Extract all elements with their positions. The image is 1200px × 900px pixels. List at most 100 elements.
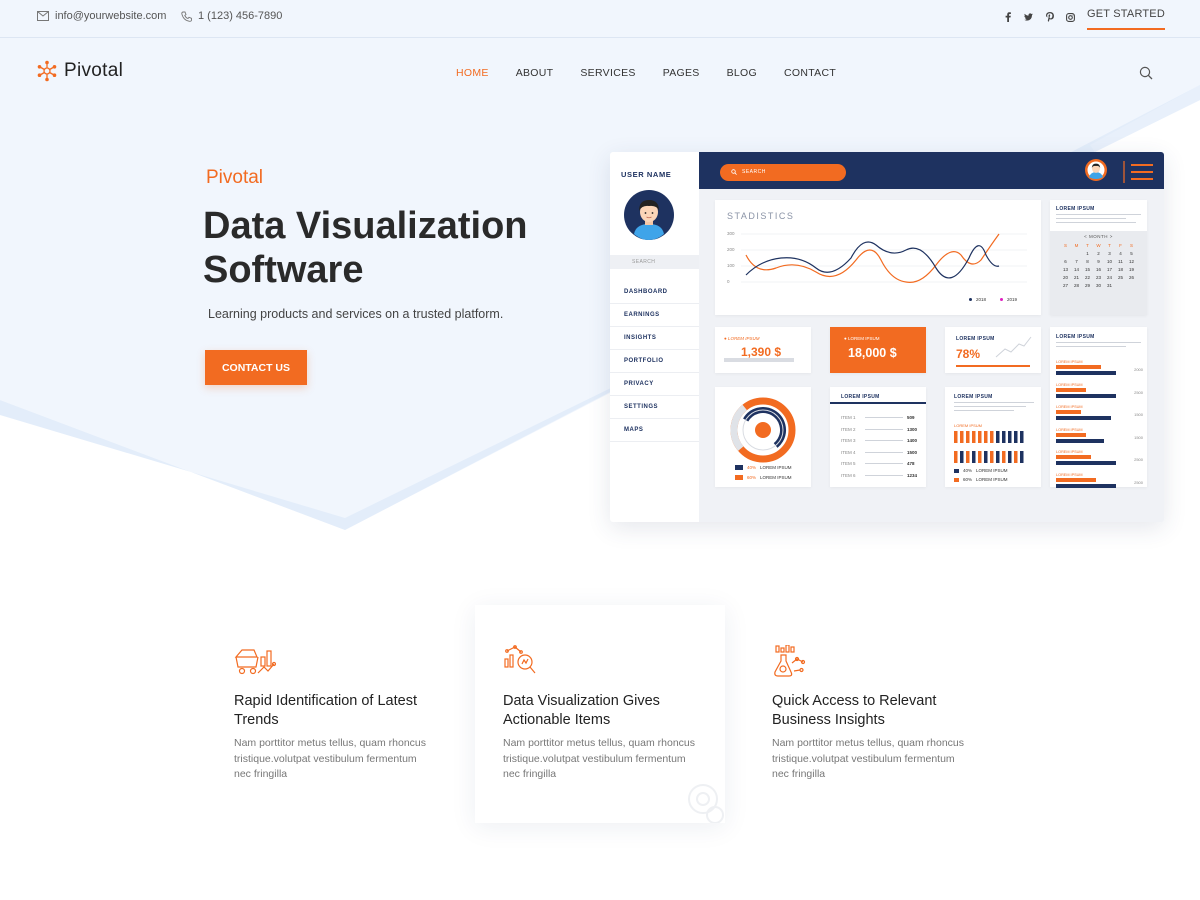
nav-services[interactable]: SERVICES bbox=[580, 67, 635, 79]
calendar-day[interactable]: 4 bbox=[1115, 251, 1126, 256]
calendar-weekday: F bbox=[1119, 243, 1122, 248]
calendar-day[interactable]: 12 bbox=[1126, 259, 1137, 264]
logo[interactable]: Pivotal bbox=[36, 60, 123, 82]
menu-dashboard[interactable]: DASHBOARD bbox=[610, 281, 699, 304]
menu-settings[interactable]: SETTINGS bbox=[610, 396, 699, 419]
nav-contact[interactable]: CONTACT bbox=[784, 67, 836, 79]
calendar-day[interactable]: 23 bbox=[1093, 275, 1104, 280]
hbar-row: LOREM IPSUM 1500 bbox=[1056, 428, 1146, 451]
y-tick: 0 bbox=[727, 279, 730, 284]
dashboard-search[interactable]: SEARCH bbox=[720, 164, 846, 181]
hbar-value: 2500 bbox=[1134, 457, 1143, 462]
hbar-navy bbox=[1056, 483, 1116, 488]
menu-earnings[interactable]: EARNINGS bbox=[610, 304, 699, 327]
hbar-value: 2500 bbox=[1134, 479, 1143, 485]
nav-about[interactable]: ABOUT bbox=[516, 67, 554, 79]
calendar-day[interactable]: 8 bbox=[1082, 259, 1093, 264]
calendar-day[interactable]: 10 bbox=[1104, 259, 1115, 264]
calendar-day[interactable]: 11 bbox=[1115, 259, 1126, 264]
calendar-day[interactable]: 31 bbox=[1104, 283, 1115, 288]
email-text: info@yourwebsite.com bbox=[55, 10, 167, 22]
hbar-orange bbox=[1056, 432, 1086, 437]
calendar-day[interactable]: 24 bbox=[1104, 275, 1115, 280]
hbar-value: 1500 bbox=[1134, 434, 1143, 440]
feature-card-3[interactable]: Quick Access to Relevant Business Insigh… bbox=[744, 605, 994, 823]
calendar-day[interactable]: 5 bbox=[1126, 251, 1137, 256]
calendar-day[interactable]: 7 bbox=[1071, 259, 1082, 264]
calendar-day[interactable]: 18 bbox=[1115, 267, 1126, 272]
feature-1-title: Rapid Identification of Latest Trends bbox=[234, 693, 417, 728]
calendar-day[interactable]: 26 bbox=[1126, 275, 1137, 280]
twitter-icon[interactable] bbox=[1024, 12, 1033, 22]
email-contact[interactable]: info@yourwebsite.com bbox=[37, 10, 166, 22]
vbar-mixed bbox=[984, 451, 988, 463]
vbars-legend: 40% LOREM IPSUM 60% LOREM IPSUM bbox=[954, 468, 1008, 482]
calendar-days: S M T W T F S 1 2 3 4 5 6 7 8 9 10 11 12 13 14 15 16 17 18 19 20 21… bbox=[1050, 243, 1147, 288]
calendar-day[interactable]: 20 bbox=[1060, 275, 1071, 280]
contact-us-button[interactable]: CONTACT US bbox=[205, 350, 307, 385]
donut-legend-1: 40% LOREM IPSUM bbox=[735, 465, 792, 470]
calendar-day[interactable]: 19 bbox=[1126, 267, 1137, 272]
calendar-day[interactable]: 17 bbox=[1104, 267, 1115, 272]
vbar-mixed bbox=[1014, 451, 1018, 463]
item-value: 1234 bbox=[907, 472, 918, 478]
calendar-day[interactable]: 9 bbox=[1093, 259, 1104, 264]
calendar-day[interactable]: 6 bbox=[1060, 259, 1071, 264]
item-row: ITEM 2 1300 bbox=[841, 424, 919, 436]
calendar-day[interactable]: 2 bbox=[1093, 251, 1104, 256]
menu-insights[interactable]: INSIGHTS bbox=[610, 327, 699, 350]
social-links bbox=[1003, 12, 1075, 22]
feature-card-2[interactable]: Data Visualization Gives Actionable Item… bbox=[475, 605, 725, 823]
vbar-mixed bbox=[1002, 451, 1006, 463]
calendar-day[interactable]: 29 bbox=[1082, 283, 1093, 288]
phone-contact[interactable]: 1 (123) 456-7890 bbox=[181, 10, 282, 22]
header-avatar-icon[interactable] bbox=[1085, 159, 1107, 181]
vbar-orange bbox=[1008, 431, 1012, 443]
get-started-link[interactable]: GET STARTED bbox=[1087, 8, 1165, 30]
menu-maps[interactable]: MAPS bbox=[610, 419, 699, 442]
calendar-day[interactable]: 1 bbox=[1082, 251, 1093, 256]
calendar-day[interactable]: 22 bbox=[1082, 275, 1093, 280]
item-list-divider bbox=[830, 402, 926, 404]
hamburger-menu-icon[interactable] bbox=[1123, 161, 1155, 183]
calendar-day[interactable]: 15 bbox=[1082, 267, 1093, 272]
kpi-3-label: LOREM IPSUM bbox=[956, 336, 995, 342]
sidebar-search[interactable]: SEARCH bbox=[610, 255, 699, 269]
calendar-day[interactable]: 16 bbox=[1093, 267, 1104, 272]
nav-home[interactable]: HOME bbox=[456, 67, 489, 79]
pinterest-icon[interactable] bbox=[1045, 12, 1054, 22]
feature-1-text: Nam porttitor metus tellus, quam rhoncus… bbox=[234, 737, 426, 780]
menu-portfolio[interactable]: PORTFOLIO bbox=[610, 350, 699, 373]
calendar-day[interactable]: 30 bbox=[1093, 283, 1104, 288]
donut-chart bbox=[730, 397, 796, 463]
dashboard-menu: DASHBOARD EARNINGS INSIGHTS PORTFOLIO PR… bbox=[610, 281, 699, 442]
calendar-day[interactable]: 28 bbox=[1071, 283, 1082, 288]
calendar-day[interactable]: 13 bbox=[1060, 267, 1071, 272]
vbar-mixed bbox=[978, 451, 982, 463]
calendar-day[interactable]: 25 bbox=[1115, 275, 1126, 280]
nav-blog[interactable]: BLOG bbox=[727, 67, 757, 79]
vbar-mixed bbox=[996, 451, 1000, 463]
menu-privacy[interactable]: PRIVACY bbox=[610, 373, 699, 396]
calendar-weekday: S bbox=[1129, 243, 1133, 248]
legend-2018: 2018 bbox=[969, 297, 986, 302]
vbars-legend-1: 40% LOREM IPSUM bbox=[954, 468, 1008, 473]
hero-headline: Data Visualization Software bbox=[203, 204, 583, 292]
calendar-weekday: M bbox=[1074, 243, 1079, 248]
nav-pages[interactable]: PAGES bbox=[663, 67, 700, 79]
calendar-day[interactable]: 27 bbox=[1060, 283, 1071, 288]
item-line bbox=[865, 451, 903, 453]
facebook-icon[interactable] bbox=[1003, 12, 1012, 22]
calendar-day[interactable]: 3 bbox=[1104, 251, 1115, 256]
feature-card-1[interactable]: Rapid Identification of Latest Trends Na… bbox=[206, 605, 456, 823]
calendar-day[interactable]: 14 bbox=[1071, 267, 1082, 272]
hbar-navy bbox=[1056, 461, 1116, 465]
search-button[interactable] bbox=[1139, 66, 1153, 85]
calendar-empty bbox=[1071, 251, 1082, 256]
calendar-day[interactable]: 21 bbox=[1071, 275, 1082, 280]
statistics-title: STADISTICS bbox=[727, 211, 795, 221]
main-nav: HOME ABOUT SERVICES PAGES BLOG CONTACT bbox=[456, 67, 836, 79]
item-list-card: LOREM IPSUM ITEM 1 509 ITEM 2 1300 ITEM 3 140… bbox=[830, 387, 926, 487]
headline-line-2: Software bbox=[203, 249, 364, 291]
instagram-icon[interactable] bbox=[1066, 12, 1075, 22]
